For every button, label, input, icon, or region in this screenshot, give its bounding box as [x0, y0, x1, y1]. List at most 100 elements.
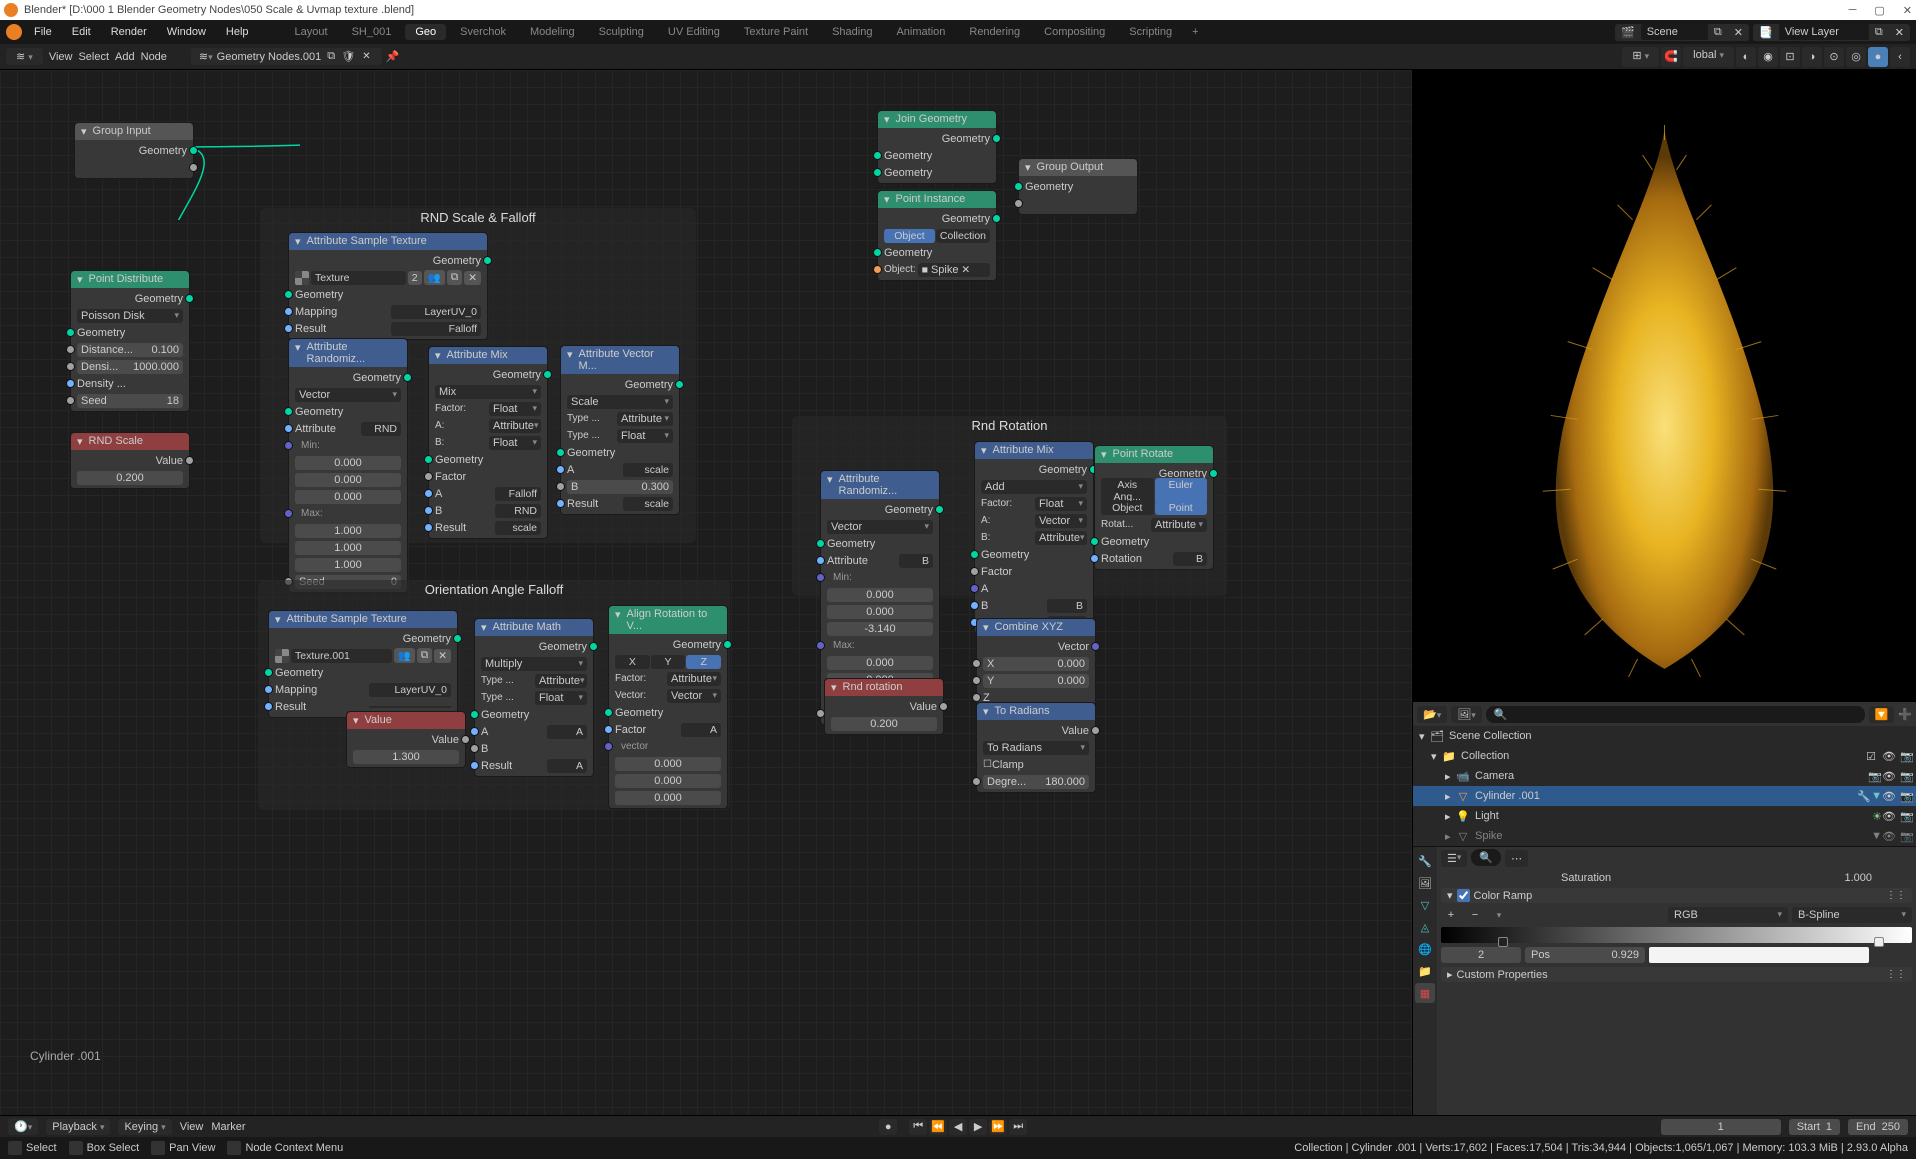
- timeline[interactable]: 🕐▾ Playback ▾ Keying ▾ View Marker ● ⏮ ⏪…: [0, 1115, 1916, 1137]
- node-align-rotation[interactable]: ▾Align Rotation to V... Geometry XYZ Fac…: [608, 605, 728, 809]
- keying-menu[interactable]: Keying ▾: [118, 1119, 171, 1135]
- ramp-color-swatch[interactable]: [1649, 947, 1869, 963]
- timeline-view-menu[interactable]: View: [180, 1121, 204, 1133]
- maximize-button[interactable]: ▢: [1874, 4, 1884, 17]
- tex-unlink-icon[interactable]: ✕: [434, 649, 451, 663]
- panel-menu-icon[interactable]: ⋮⋮: [1886, 969, 1906, 980]
- scene-close-icon[interactable]: ✕: [1728, 24, 1749, 41]
- outliner-scene-row[interactable]: ▾🗂Scene Collection: [1413, 726, 1916, 746]
- start-frame[interactable]: Start1: [1789, 1119, 1840, 1135]
- menu-view[interactable]: View: [49, 51, 73, 63]
- add-workspace-button[interactable]: +: [1186, 26, 1204, 38]
- tab-modeling[interactable]: Modeling: [520, 24, 585, 40]
- prev-key-button[interactable]: ⏪: [929, 1119, 947, 1135]
- prop-tab-render[interactable]: 🔧: [1415, 851, 1435, 871]
- texture-selector-2[interactable]: Texture.001 👥 ⧉ ✕: [275, 648, 451, 663]
- outliner-camera-row[interactable]: ▸📹Camera 📷 👁📷: [1413, 766, 1916, 786]
- color-ramp-gradient[interactable]: [1441, 927, 1912, 943]
- ramp-tools-button[interactable]: ▾: [1489, 909, 1509, 921]
- prop-mode-dropdown[interactable]: ☰▾: [1441, 850, 1467, 867]
- jump-end-button[interactable]: ⏭: [1009, 1119, 1027, 1135]
- overlay-5[interactable]: ⊙: [1824, 47, 1844, 67]
- outliner-spike-row[interactable]: ▸▽Spike ▼ 👁📷: [1413, 826, 1916, 846]
- timeline-marker-menu[interactable]: Marker: [211, 1121, 245, 1133]
- node-point-distribute[interactable]: ▾Point Distribute Geometry Poisson Disk▾…: [70, 270, 190, 412]
- menu-render[interactable]: Render: [103, 24, 155, 40]
- node-header[interactable]: ▾Join Geometry: [878, 111, 996, 128]
- filter-icon[interactable]: 🔽: [1869, 706, 1895, 723]
- blender-logo-icon[interactable]: [6, 24, 22, 40]
- autokey-button[interactable]: ●: [879, 1119, 897, 1135]
- rnd-scale-value[interactable]: 0.200: [77, 471, 183, 485]
- menu-select[interactable]: Select: [78, 51, 109, 63]
- play-reverse-button[interactable]: ◀: [949, 1119, 967, 1135]
- new-collection-icon[interactable]: ➕: [1898, 708, 1912, 721]
- node-header[interactable]: ▾Point Instance: [878, 191, 996, 208]
- tab-sh001[interactable]: SH_001: [342, 24, 402, 40]
- menu-edit[interactable]: Edit: [64, 24, 99, 40]
- ramp-color-mode[interactable]: RGB▾: [1668, 907, 1788, 923]
- axis-toggle[interactable]: XYZ: [615, 655, 721, 669]
- ramp-add-button[interactable]: +: [1441, 909, 1461, 921]
- tab-layout[interactable]: Layout: [285, 24, 338, 40]
- properties-tabs[interactable]: 🔧 🖼 ▽ ◬ 🌐 📁 ▦: [1413, 847, 1437, 1115]
- ramp-remove-button[interactable]: −: [1465, 909, 1485, 921]
- prop-options-button[interactable]: ⋯: [1505, 850, 1528, 867]
- playback-menu[interactable]: Playback ▾: [46, 1119, 110, 1135]
- outliner-search[interactable]: 🔍: [1486, 706, 1865, 723]
- ramp-interp-mode[interactable]: B-Spline▾: [1792, 907, 1912, 923]
- menu-help[interactable]: Help: [218, 24, 257, 40]
- node-attr-sample-texture-2[interactable]: ▾Attribute Sample Texture Geometry Textu…: [268, 610, 458, 718]
- visibility-toggle[interactable]: 👁: [1882, 750, 1896, 763]
- node-tree-selector[interactable]: ≋▾ Geometry Nodes.001 ⧉ 🛡 ✕: [191, 48, 382, 65]
- ramp-stop-2[interactable]: [1874, 937, 1884, 947]
- overlay-expand[interactable]: ‹: [1890, 47, 1910, 67]
- distance-min-field[interactable]: Distance...0.100: [77, 343, 183, 357]
- overlay-7[interactable]: ●: [1868, 47, 1888, 67]
- menu-file[interactable]: File: [26, 24, 60, 40]
- timeline-editor-dropdown[interactable]: 🕐▾: [8, 1118, 38, 1135]
- jump-start-button[interactable]: ⏮: [909, 1119, 927, 1135]
- menu-window[interactable]: Window: [159, 24, 214, 40]
- tree-shield-icon[interactable]: 🛡: [341, 50, 355, 63]
- viewport-3d[interactable]: [1413, 70, 1916, 702]
- node-to-radians[interactable]: ▾To Radians Value To Radians▾ ☐ Clamp De…: [976, 702, 1096, 793]
- tex-unlink-icon[interactable]: ✕: [464, 271, 481, 285]
- editor-type-dropdown[interactable]: ≋ ▾: [6, 48, 43, 65]
- tree-unlink-button[interactable]: ✕: [359, 51, 373, 62]
- tab-texture[interactable]: Texture Paint: [734, 24, 818, 40]
- node-value[interactable]: ▾Value Value 1.300: [346, 711, 466, 768]
- tab-uv[interactable]: UV Editing: [658, 24, 730, 40]
- render-toggle[interactable]: 📷: [1900, 750, 1914, 763]
- snap-button[interactable]: 🧲: [1661, 47, 1681, 67]
- layer-copy-icon[interactable]: ⧉: [1869, 24, 1889, 41]
- node-attr-mix-2[interactable]: ▾Attribute Mix Geometry Add▾ Factor:Floa…: [974, 441, 1094, 634]
- tab-sculpting[interactable]: Sculpting: [589, 24, 654, 40]
- ramp-index[interactable]: 2: [1441, 947, 1521, 963]
- outliner-mode-dropdown[interactable]: 📂▾: [1417, 706, 1447, 723]
- close-button[interactable]: ✕: [1903, 4, 1912, 17]
- viewlayer-name[interactable]: View Layer: [1779, 24, 1869, 40]
- snap-dropdown[interactable]: ⊞ ▾: [1622, 47, 1659, 67]
- prop-tab-collection[interactable]: 📁: [1415, 961, 1435, 981]
- outliner-light-row[interactable]: ▸💡Light ☀ 👁📷: [1413, 806, 1916, 826]
- seed-field[interactable]: Seed18: [77, 394, 183, 408]
- tex-user-icon[interactable]: 👥: [394, 648, 415, 663]
- overlay-4[interactable]: ◑: [1802, 47, 1822, 67]
- prop-search[interactable]: 🔍: [1471, 849, 1501, 866]
- tab-sverchok[interactable]: Sverchok: [450, 24, 516, 40]
- outliner-cylinder-row[interactable]: ▸▽Cylinder .001 🔧▼ 👁📷: [1413, 786, 1916, 806]
- prop-tab-texture[interactable]: ▦: [1415, 983, 1435, 1003]
- prop-tab-output[interactable]: 🖼: [1415, 873, 1435, 893]
- node-join-geometry[interactable]: ▾Join Geometry Geometry Geometry Geometr…: [877, 110, 997, 184]
- prop-tab-world[interactable]: 🌐: [1415, 939, 1435, 959]
- scene-selector[interactable]: 🎬 Scene ⧉ ✕: [1615, 24, 1749, 41]
- menu-add[interactable]: Add: [115, 51, 135, 63]
- outliner-collection-row[interactable]: ▾📁Collection ☑👁📷: [1413, 746, 1916, 766]
- exclude-toggle[interactable]: ☑: [1864, 750, 1878, 763]
- color-ramp-header[interactable]: ▾ Color Ramp ⋮⋮: [1441, 888, 1912, 903]
- tab-script[interactable]: Scripting: [1119, 24, 1182, 40]
- overlay-1[interactable]: ◐: [1736, 47, 1756, 67]
- instance-object-field[interactable]: ■ Spike ✕: [918, 263, 990, 277]
- node-group-input[interactable]: ▾Group Input Geometry: [74, 122, 194, 179]
